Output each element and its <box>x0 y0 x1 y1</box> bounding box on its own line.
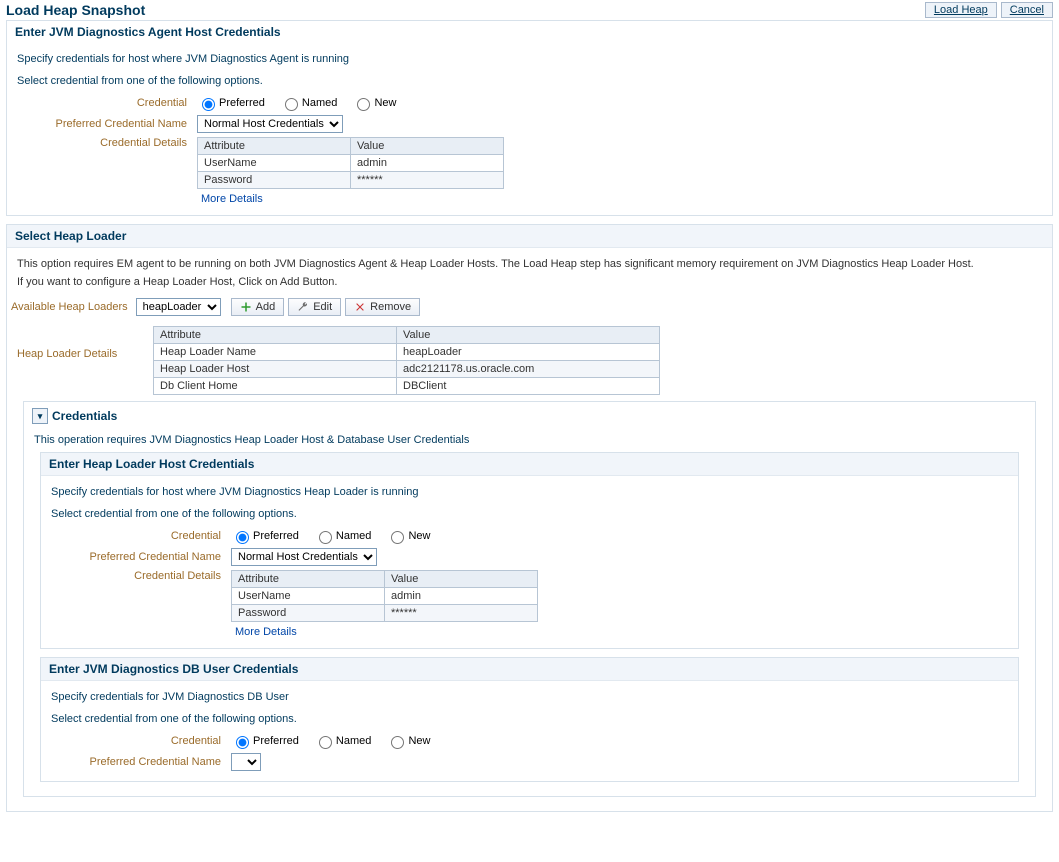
radio-named-input[interactable] <box>319 736 332 749</box>
radio-new-input[interactable] <box>391 736 404 749</box>
radio-new-input[interactable] <box>357 98 370 111</box>
radio-named-input[interactable] <box>285 98 298 111</box>
page-title: Load Heap Snapshot <box>6 2 145 18</box>
more-details-link[interactable]: More Details <box>201 193 263 205</box>
cell-val: ****** <box>385 605 538 622</box>
preferred-credential-name-select[interactable]: Normal Host Credentials <box>197 115 343 133</box>
credentials-toggle[interactable]: ▾ Credentials <box>32 408 117 424</box>
radio-preferred-input[interactable] <box>202 98 215 111</box>
heap-loader-desc2: If you want to configure a Heap Loader H… <box>17 276 1042 288</box>
radio-new[interactable]: New <box>352 97 396 109</box>
credential-details-table: Attribute Value UserName admin <box>231 570 538 622</box>
cell-attr: Password <box>198 172 351 189</box>
radio-new-input[interactable] <box>391 531 404 544</box>
db-credentials-select-text: Select credential from one of the follow… <box>51 713 1008 725</box>
edit-button[interactable]: Edit <box>288 298 341 316</box>
hl-credentials-select-text: Select credential from one of the follow… <box>51 508 1008 520</box>
agent-credentials-header: Enter JVM Diagnostics Agent Host Credent… <box>7 21 1052 43</box>
col-value: Value <box>385 571 538 588</box>
col-attribute: Attribute <box>154 327 397 344</box>
preferred-credential-name-select[interactable] <box>231 753 261 771</box>
hl-credentials-desc: Specify credentials for host where JVM D… <box>51 486 1008 498</box>
wrench-icon <box>297 301 309 313</box>
available-heap-loaders-select[interactable]: heapLoader <box>136 298 221 316</box>
preferred-credential-name-label: Preferred Credential Name <box>51 551 231 563</box>
cell-val: admin <box>385 588 538 605</box>
heap-loader-desc: This option requires EM agent to be runn… <box>17 258 1042 270</box>
radio-preferred[interactable]: Preferred <box>231 530 299 542</box>
cell-attr: Heap Loader Host <box>154 361 397 378</box>
load-heap-button[interactable]: Load Heap <box>925 2 997 18</box>
cell-val: DBClient <box>397 378 660 395</box>
credential-label: Credential <box>51 530 231 542</box>
heap-loader-details-label: Heap Loader Details <box>17 326 153 360</box>
agent-credentials-panel: Enter JVM Diagnostics Agent Host Credent… <box>6 20 1053 216</box>
preferred-credential-name-label: Preferred Credential Name <box>17 118 197 130</box>
remove-icon <box>354 301 366 313</box>
remove-button[interactable]: Remove <box>345 298 420 316</box>
radio-named[interactable]: Named <box>314 530 371 542</box>
col-attribute: Attribute <box>198 138 351 155</box>
hl-credentials-header: Enter Heap Loader Host Credentials <box>41 453 1018 476</box>
radio-new[interactable]: New <box>386 530 430 542</box>
hl-credentials-panel: Enter Heap Loader Host Credentials Speci… <box>40 452 1019 649</box>
col-value: Value <box>397 327 660 344</box>
credential-details-label: Credential Details <box>17 137 197 149</box>
preferred-credential-name-select[interactable]: Normal Host Credentials <box>231 548 377 566</box>
cell-val: adc2121178.us.oracle.com <box>397 361 660 378</box>
col-value: Value <box>351 138 504 155</box>
heap-loader-header: Select Heap Loader <box>7 225 1052 248</box>
agent-credentials-select-text: Select credential from one of the follow… <box>17 75 1042 87</box>
preferred-credential-name-label: Preferred Credential Name <box>51 756 231 768</box>
cell-attr: Heap Loader Name <box>154 344 397 361</box>
radio-preferred[interactable]: Preferred <box>197 97 265 109</box>
col-attribute: Attribute <box>232 571 385 588</box>
radio-named[interactable]: Named <box>314 735 371 747</box>
chevron-down-icon: ▾ <box>32 408 48 424</box>
db-credentials-panel: Enter JVM Diagnostics DB User Credential… <box>40 657 1019 782</box>
heap-loader-details-table: Attribute Value Heap Loader Name heapLoa… <box>153 326 660 395</box>
cancel-button[interactable]: Cancel <box>1001 2 1053 18</box>
credential-details-label: Credential Details <box>51 570 231 582</box>
plus-icon <box>240 301 252 313</box>
cell-val: admin <box>351 155 504 172</box>
radio-preferred-input[interactable] <box>236 736 249 749</box>
radio-preferred-input[interactable] <box>236 531 249 544</box>
credentials-panel: ▾ Credentials This operation requires JV… <box>23 401 1036 797</box>
heap-loader-panel: Select Heap Loader This option requires … <box>6 224 1053 812</box>
more-details-link[interactable]: More Details <box>235 626 297 638</box>
credential-details-table: Attribute Value UserName admin Password … <box>197 137 504 189</box>
cell-attr: Password <box>232 605 385 622</box>
cell-attr: UserName <box>198 155 351 172</box>
cell-val: ****** <box>351 172 504 189</box>
credentials-desc: This operation requires JVM Diagnostics … <box>34 434 1025 446</box>
radio-named-input[interactable] <box>319 531 332 544</box>
add-button[interactable]: Add <box>231 298 285 316</box>
available-heap-loaders-label: Available Heap Loaders <box>11 301 136 313</box>
credential-label: Credential <box>51 735 231 747</box>
radio-preferred[interactable]: Preferred <box>231 735 299 747</box>
cell-attr: Db Client Home <box>154 378 397 395</box>
cell-val: heapLoader <box>397 344 660 361</box>
radio-named[interactable]: Named <box>280 97 337 109</box>
db-credentials-header: Enter JVM Diagnostics DB User Credential… <box>41 658 1018 681</box>
db-credentials-desc: Specify credentials for JVM Diagnostics … <box>51 691 1008 703</box>
credential-label: Credential <box>17 97 197 109</box>
cell-attr: UserName <box>232 588 385 605</box>
agent-credentials-desc: Specify credentials for host where JVM D… <box>17 53 1042 65</box>
radio-new[interactable]: New <box>386 735 430 747</box>
